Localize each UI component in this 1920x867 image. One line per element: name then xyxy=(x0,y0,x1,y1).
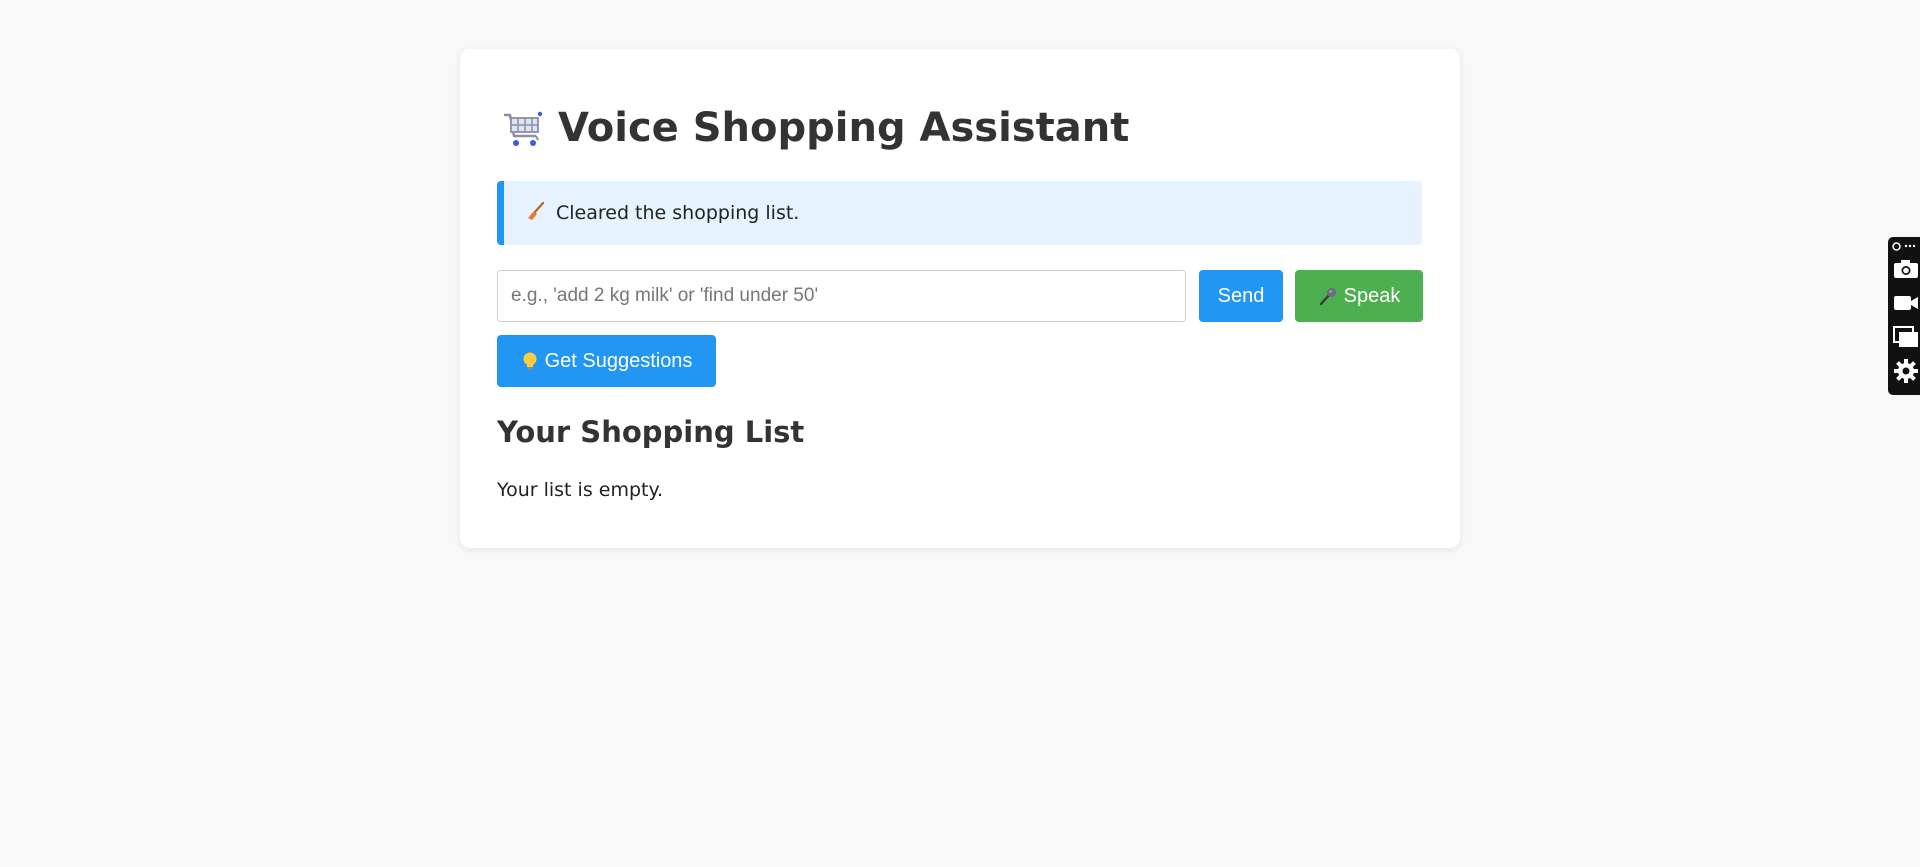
empty-list-message: Your list is empty. xyxy=(497,479,664,501)
toolbar-header[interactable] xyxy=(1892,240,1918,252)
speak-button-label: Speak xyxy=(1343,284,1401,307)
speak-button[interactable]: Speak xyxy=(1295,270,1423,322)
command-input[interactable] xyxy=(497,270,1186,322)
side-toolbar xyxy=(1888,237,1920,395)
broom-icon xyxy=(526,201,546,226)
video-record-icon[interactable] xyxy=(1892,290,1920,316)
status-message: Cleared the shopping list. xyxy=(497,181,1422,245)
get-suggestions-button[interactable]: Get Suggestions xyxy=(497,335,716,387)
microphone-icon xyxy=(1319,288,1336,306)
shopping-cart-icon xyxy=(504,111,543,146)
assistant-card: Voice Shopping Assistant Cleared the sho… xyxy=(460,49,1460,548)
send-button-label: Send xyxy=(1217,284,1265,307)
shopping-list-heading: Your Shopping List xyxy=(497,415,805,449)
settings-gear-icon[interactable] xyxy=(1892,358,1920,384)
lightbulb-icon xyxy=(523,352,537,370)
get-suggestions-label: Get Suggestions xyxy=(544,349,693,372)
more-dots-icon[interactable] xyxy=(1904,244,1916,248)
page-title: Voice Shopping Assistant xyxy=(500,105,1129,151)
status-text: Cleared the shopping list. xyxy=(556,202,800,224)
link-icon xyxy=(1892,241,1901,251)
send-button[interactable]: Send xyxy=(1199,270,1283,322)
screenshot-camera-icon[interactable] xyxy=(1892,256,1920,282)
windows-icon[interactable] xyxy=(1892,324,1920,350)
page-title-text: Voice Shopping Assistant xyxy=(558,105,1130,151)
